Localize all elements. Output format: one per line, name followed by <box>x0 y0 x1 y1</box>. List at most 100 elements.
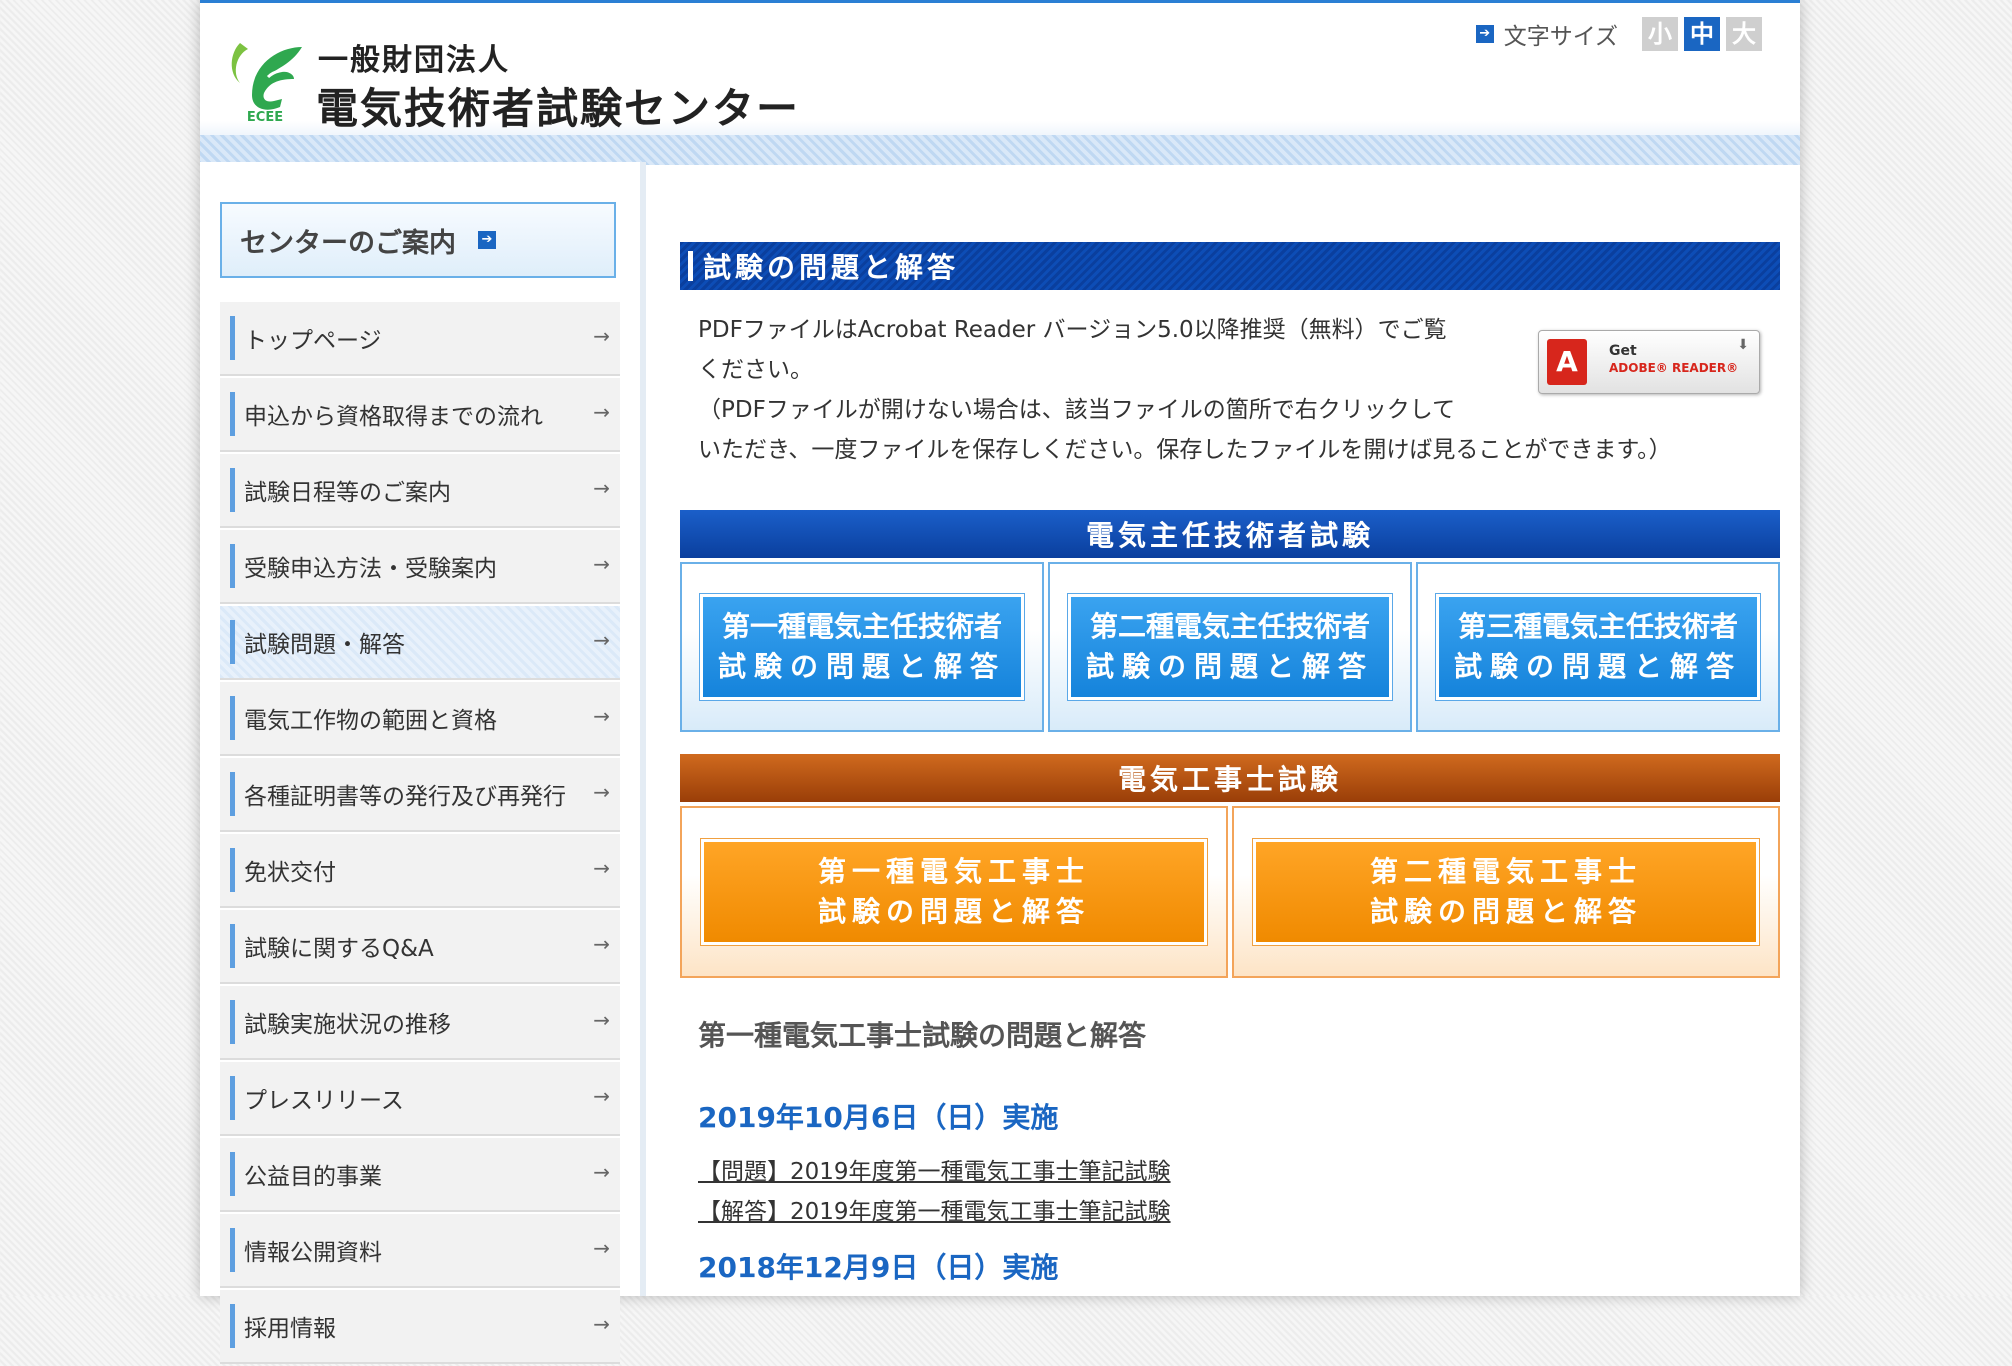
sidebar-item-certificates[interactable]: 各種証明書等の発行及び再発行 → <box>220 758 620 832</box>
chief-engineer-cell-2: 第二種電気主任技術者 試験の問題と解答 <box>1048 562 1412 732</box>
adobe-pdf-icon: A <box>1547 339 1587 385</box>
center-guide-button[interactable]: センターのご案内 ➔ <box>220 202 616 278</box>
arrow-right-icon: → <box>593 1312 610 1336</box>
nav-marker <box>230 620 235 664</box>
sidebar-item-disclosure[interactable]: 情報公開資料 → <box>220 1214 620 1288</box>
sidebar-item-statistics[interactable]: 試験実施状況の推移 → <box>220 986 620 1060</box>
electrician-cell-1: 第一種電気工事士 試験の問題と解答 <box>680 806 1228 978</box>
nav-marker <box>230 1076 235 1120</box>
sidebar-item-label: 情報公開資料 <box>244 1240 382 1266</box>
arrow-right-icon: → <box>593 1160 610 1184</box>
arrow-right-icon: → <box>593 704 610 728</box>
arrow-right-icon: ➔ <box>1475 25 1494 43</box>
nav-marker <box>230 544 235 588</box>
sidebar-item-label: 試験日程等のご案内 <box>244 480 451 506</box>
electrician-2-button[interactable]: 第二種電気工事士 試験の問題と解答 <box>1253 839 1759 945</box>
sidebar-item-label: 申込から資格取得までの流れ <box>244 404 543 430</box>
nav-marker <box>230 1000 235 1044</box>
sidebar-item-label: 試験実施状況の推移 <box>244 1012 451 1038</box>
sidebar-item-facilities[interactable]: 電気工作物の範囲と資格 → <box>220 682 620 756</box>
sidebar-item-license[interactable]: 免状交付 → <box>220 834 620 908</box>
sidebar-item-label: 試験問題・解答 <box>244 632 405 658</box>
nav-marker <box>230 848 235 892</box>
font-size-label: 文字サイズ <box>1503 24 1618 50</box>
sidebar-nav: トップページ → 申込から資格取得までの流れ → 試験日程等のご案内 → 受験申… <box>220 302 620 1366</box>
button-line: 第一種電気工事士 <box>817 855 1090 888</box>
arrow-right-icon: → <box>593 1236 610 1260</box>
chief-engineer-1-button[interactable]: 第一種電気主任技術者 試験の問題と解答 <box>700 594 1024 700</box>
sidebar-item-public-benefit[interactable]: 公益目的事業 → <box>220 1138 620 1212</box>
nav-marker <box>230 696 235 740</box>
arrow-right-icon: → <box>593 856 610 880</box>
nav-marker <box>230 924 235 968</box>
sidebar-item-schedule[interactable]: 試験日程等のご案内 → <box>220 454 620 528</box>
chief-engineer-2-button[interactable]: 第二種電気主任技術者 試験の問題と解答 <box>1068 594 1392 700</box>
section-title: 試験の問題と解答 <box>680 242 1780 290</box>
sidebar-item-label: 採用情報 <box>244 1316 336 1342</box>
question-pdf-link[interactable]: 【問題】2019年度第一種電気工事士筆記試験 <box>698 1152 1171 1186</box>
title-marker <box>688 251 693 281</box>
arrow-right-icon: → <box>593 476 610 500</box>
sidebar-item-press[interactable]: プレスリリース → <box>220 1062 620 1136</box>
sidebar-item-top-page[interactable]: トップページ → <box>220 302 620 376</box>
arrow-right-icon: → <box>593 552 610 576</box>
arrow-right-icon: → <box>593 324 610 348</box>
answer-pdf-link[interactable]: 【解答】2019年度第一種電気工事士筆記試験 <box>698 1192 1171 1226</box>
sidebar-item-label: 各種証明書等の発行及び再発行 <box>244 784 566 810</box>
nav-marker <box>230 468 235 512</box>
pdf-note: PDFファイルはAcrobat Reader バージョン5.0以降推奨（無料）で… <box>698 310 1518 430</box>
logo-text: ECEE <box>247 110 283 123</box>
sidebar-item-flow[interactable]: 申込から資格取得までの流れ → <box>220 378 620 452</box>
button-line: 試験の問題と解答 <box>717 650 1006 683</box>
electrician-category-bar: 電気工事士試験 <box>680 754 1780 802</box>
get-adobe-reader-button[interactable]: A Get ADOBE® READER® ⬇ <box>1538 330 1760 394</box>
font-size-medium-button[interactable]: 中 <box>1684 17 1720 51</box>
arrow-right-icon: → <box>593 628 610 652</box>
sidebar-item-qa[interactable]: 試験に関するQ&A → <box>220 910 620 984</box>
center-guide-label: センターのご案内 <box>240 227 456 259</box>
pdf-note-line: （PDFファイルが開けない場合は、該当ファイルの箇所で右クリックして <box>698 397 1456 423</box>
arrow-right-icon: → <box>593 1008 610 1032</box>
button-line: 試験の問題と解答 <box>817 895 1090 928</box>
font-size-small-button[interactable]: 小 <box>1642 17 1678 51</box>
sidebar-item-label: 公益目的事業 <box>244 1164 382 1190</box>
nav-marker <box>230 772 235 816</box>
arrow-right-icon: → <box>593 780 610 804</box>
sidebar-item-recruit[interactable]: 採用情報 → <box>220 1290 620 1364</box>
button-line: 第一種電気主任技術者 <box>721 610 1002 643</box>
section-title-text: 試験の問題と解答 <box>703 251 960 284</box>
adobe-get-label: Get <box>1609 343 1637 359</box>
sub-heading: 第一種電気工事士試験の問題と解答 <box>698 1019 1147 1052</box>
sidebar: センターのご案内 ➔ トップページ → 申込から資格取得までの流れ → 試験日程… <box>200 162 640 1364</box>
header-stripe <box>200 135 1800 165</box>
org-name[interactable]: 電気技術者試験センター <box>316 75 800 136</box>
sidebar-divider <box>640 162 646 1296</box>
sidebar-item-exam-questions[interactable]: 試験問題・解答 → <box>220 606 620 680</box>
adobe-reader-label: ADOBE® READER® <box>1609 361 1739 375</box>
arrow-right-icon: → <box>593 932 610 956</box>
chief-engineer-cell-1: 第一種電気主任技術者 試験の問題と解答 <box>680 562 1044 732</box>
sidebar-item-label: 試験に関するQ&A <box>244 936 434 962</box>
button-line: 試験の問題と解答 <box>1085 650 1374 683</box>
nav-marker <box>230 1304 235 1348</box>
chief-engineer-category-bar: 電気主任技術者試験 <box>680 510 1780 558</box>
nav-marker <box>230 1152 235 1196</box>
electrician-1-button[interactable]: 第一種電気工事士 試験の問題と解答 <box>701 839 1207 945</box>
nav-marker <box>230 1228 235 1272</box>
button-line: 第三種電気主任技術者 <box>1457 610 1738 643</box>
electrician-cell-2: 第二種電気工事士 試験の問題と解答 <box>1232 806 1780 978</box>
font-size-large-button[interactable]: 大 <box>1726 17 1762 51</box>
button-line: 試験の問題と解答 <box>1369 895 1642 928</box>
arrow-right-icon: → <box>593 400 610 424</box>
button-line: 第二種電気工事士 <box>1369 855 1642 888</box>
page: ECEE 一般財団法人 電気技術者試験センター ➔ 文字サイズ 小 中 大 セン… <box>200 0 1800 1364</box>
ecee-logo-icon[interactable]: ECEE <box>222 33 308 123</box>
site-header: ECEE 一般財団法人 電気技術者試験センター ➔ 文字サイズ 小 中 大 <box>200 0 1800 165</box>
sidebar-item-application[interactable]: 受験申込方法・受験案内 → <box>220 530 620 604</box>
nav-marker <box>230 392 235 436</box>
download-arrow-icon: ⬇ <box>1737 337 1749 353</box>
exam-date-heading: 2019年10月6日（日）実施 <box>698 1101 1059 1134</box>
sidebar-item-label: 電気工作物の範囲と資格 <box>244 708 497 734</box>
chief-engineer-3-button[interactable]: 第三種電気主任技術者 試験の問題と解答 <box>1436 594 1760 700</box>
pdf-note-line: ください。 <box>698 357 813 383</box>
